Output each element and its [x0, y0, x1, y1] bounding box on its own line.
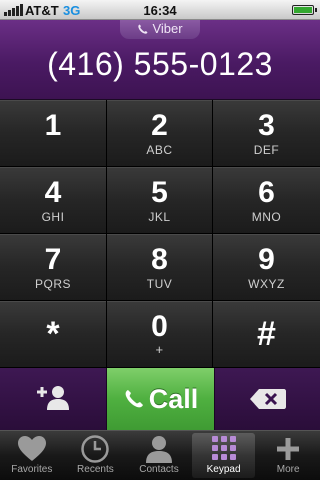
tab-label: Contacts — [139, 464, 179, 475]
key-digit: 3 — [258, 109, 275, 142]
viber-logo-icon — [138, 24, 148, 34]
tab-label: Favorites — [11, 464, 53, 475]
dialer-header: Viber (416) 555-0123 — [0, 20, 320, 100]
key-digit: 8 — [151, 243, 168, 276]
key-7[interactable]: 7 PQRS — [0, 234, 107, 301]
key-letters: MNO — [251, 210, 282, 224]
tab-contacts[interactable]: Contacts — [127, 431, 191, 480]
key-digit: * — [46, 315, 60, 353]
keypad: 1 2 ABC 3 DEF 4 GHI 5 JKL 6 MNO 7 PQRS 8 TUV 9W… — [0, 100, 320, 368]
tab-label: Keypad — [206, 464, 241, 475]
key-digit: # — [257, 315, 276, 353]
status-time: 16:34 — [143, 3, 177, 18]
key-star[interactable]: * — [0, 301, 107, 368]
key-letters: TUV — [146, 277, 173, 291]
key-letters: + — [155, 342, 164, 357]
key-digit: 1 — [44, 109, 62, 142]
backspace-icon — [250, 389, 286, 409]
key-digit: 5 — [151, 176, 168, 209]
brand-tab: Viber — [120, 20, 200, 39]
key-4[interactable]: 4 GHI — [0, 167, 107, 234]
tab-favorites[interactable]: Favorites — [0, 431, 64, 480]
key-digit: 4 — [44, 176, 62, 209]
tab-recents[interactable]: Recents — [64, 431, 128, 480]
key-hash[interactable]: # — [213, 301, 320, 368]
key-2[interactable]: 2 ABC — [107, 100, 213, 167]
key-5[interactable]: 5 JKL — [107, 167, 213, 234]
key-digit: 2 — [151, 109, 168, 142]
add-contact-button[interactable] — [0, 368, 107, 430]
status-bar: AT&T 3G 16:34 — [0, 0, 320, 20]
call-button[interactable]: Call — [107, 368, 214, 430]
tab-bar: Favorites Recents Contacts Keypad More — [0, 430, 320, 480]
keypad-icon — [211, 436, 236, 460]
brand-name: Viber — [152, 21, 183, 36]
heart-icon — [17, 436, 46, 461]
tab-label: Recents — [77, 464, 114, 475]
tab-more[interactable]: More — [256, 431, 320, 480]
action-row: Call — [0, 368, 320, 430]
key-digit: 6 — [258, 176, 275, 209]
backspace-button[interactable] — [214, 368, 320, 430]
key-digit: 9 — [258, 243, 275, 276]
key-8[interactable]: 8 TUV — [107, 234, 213, 301]
key-letters: PQRS — [34, 277, 71, 291]
key-letters: ABC — [146, 143, 173, 157]
key-6[interactable]: 6 MNO — [213, 167, 320, 234]
key-letters: GHI — [41, 210, 65, 224]
key-digit: 0 — [151, 310, 168, 343]
key-3[interactable]: 3 DEF — [213, 100, 320, 167]
battery-icon — [292, 5, 317, 15]
key-letters: JKL — [148, 210, 171, 224]
tab-label: More — [276, 464, 300, 475]
key-1[interactable]: 1 — [0, 100, 107, 167]
call-label: Call — [148, 383, 199, 414]
clock-icon — [81, 435, 110, 463]
plus-icon — [277, 438, 300, 460]
key-digit: 7 — [44, 243, 62, 276]
person-icon — [145, 436, 172, 463]
battery-level — [294, 7, 312, 13]
key-0[interactable]: 0 + — [107, 301, 213, 368]
phone-icon — [125, 390, 143, 408]
key-letters: DEF — [253, 143, 280, 157]
tab-keypad[interactable]: Keypad — [191, 433, 256, 478]
dialed-number[interactable]: (416) 555-0123 — [0, 46, 320, 83]
key-letters: WXYZ — [248, 277, 285, 291]
add-contact-icon — [37, 386, 69, 410]
key-9[interactable]: 9 WXYZ — [213, 234, 320, 301]
